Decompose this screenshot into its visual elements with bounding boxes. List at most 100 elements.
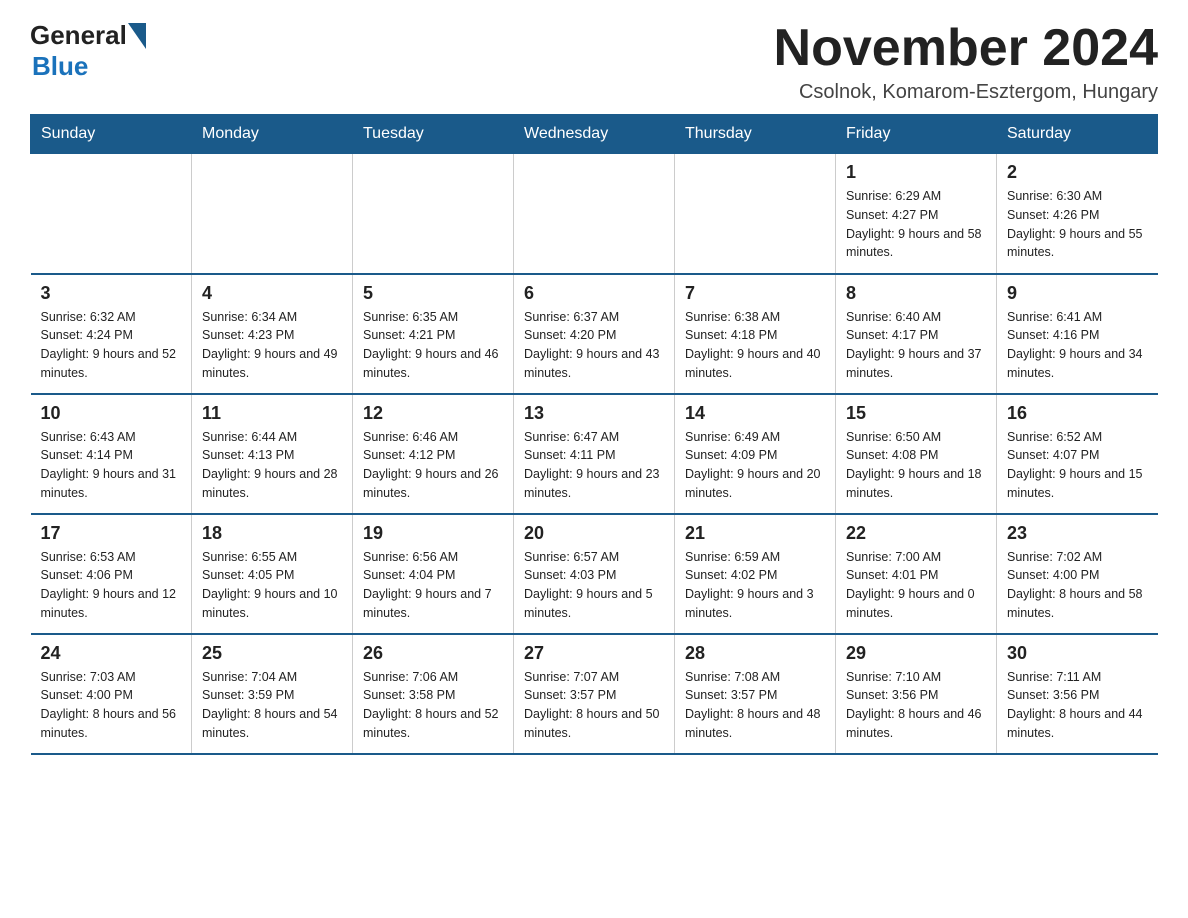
day-number: 26 <box>363 643 503 664</box>
day-number: 8 <box>846 283 986 304</box>
day-info: Sunrise: 6:40 AMSunset: 4:17 PMDaylight:… <box>846 308 986 383</box>
calendar-cell: 27 Sunrise: 7:07 AMSunset: 3:57 PMDayligh… <box>514 634 675 754</box>
calendar-cell: 5 Sunrise: 6:35 AMSunset: 4:21 PMDaylight… <box>353 274 514 394</box>
header-thursday: Thursday <box>675 115 836 154</box>
day-number: 19 <box>363 523 503 544</box>
day-info: Sunrise: 7:11 AMSunset: 3:56 PMDaylight:… <box>1007 668 1148 743</box>
calendar-cell: 20 Sunrise: 6:57 AMSunset: 4:03 PMDayligh… <box>514 514 675 634</box>
calendar-cell <box>675 154 836 274</box>
header-area: General Blue November 2024 Csolnok, Koma… <box>30 20 1158 104</box>
calendar-week-row: 24 Sunrise: 7:03 AMSunset: 4:00 PMDayligh… <box>31 634 1158 754</box>
logo-general-text: General <box>30 20 127 51</box>
day-number: 22 <box>846 523 986 544</box>
day-number: 15 <box>846 403 986 424</box>
day-info: Sunrise: 6:43 AMSunset: 4:14 PMDaylight:… <box>41 428 182 503</box>
subtitle: Csolnok, Komarom-Esztergom, Hungary <box>774 81 1158 104</box>
day-number: 3 <box>41 283 182 304</box>
calendar-cell <box>353 154 514 274</box>
calendar-cell: 14Sunrise: 6:49 AMSunset: 4:09 PMDayligh… <box>675 394 836 514</box>
calendar-week-row: 1Sunrise: 6:29 AMSunset: 4:27 PMDaylight… <box>31 154 1158 274</box>
header-friday: Friday <box>836 115 997 154</box>
day-info: Sunrise: 6:44 AMSunset: 4:13 PMDaylight:… <box>202 428 342 503</box>
calendar-body: 1Sunrise: 6:29 AMSunset: 4:27 PMDaylight… <box>31 154 1158 754</box>
day-number: 5 <box>363 283 503 304</box>
header-sunday: Sunday <box>31 115 192 154</box>
calendar-cell: 8 Sunrise: 6:40 AMSunset: 4:17 PMDaylight… <box>836 274 997 394</box>
day-info: Sunrise: 7:07 AMSunset: 3:57 PMDaylight:… <box>524 668 664 743</box>
calendar-cell: 9 Sunrise: 6:41 AMSunset: 4:16 PMDaylight… <box>997 274 1158 394</box>
day-info: Sunrise: 6:52 AMSunset: 4:07 PMDaylight:… <box>1007 428 1148 503</box>
day-number: 23 <box>1007 523 1148 544</box>
day-number: 4 <box>202 283 342 304</box>
calendar-cell: 17 Sunrise: 6:53 AMSunset: 4:06 PMDayligh… <box>31 514 192 634</box>
day-number: 24 <box>41 643 182 664</box>
calendar-cell <box>192 154 353 274</box>
title-area: November 2024 Csolnok, Komarom-Esztergom… <box>774 20 1158 104</box>
day-number: 13 <box>524 403 664 424</box>
calendar-week-row: 3 Sunrise: 6:32 AMSunset: 4:24 PMDaylight… <box>31 274 1158 394</box>
calendar-cell: 24 Sunrise: 7:03 AMSunset: 4:00 PMDayligh… <box>31 634 192 754</box>
month-title: November 2024 <box>774 20 1158 77</box>
calendar-week-row: 10 Sunrise: 6:43 AMSunset: 4:14 PMDayligh… <box>31 394 1158 514</box>
day-number: 21 <box>685 523 825 544</box>
day-info: Sunrise: 7:04 AMSunset: 3:59 PMDaylight:… <box>202 668 342 743</box>
calendar-cell: 26Sunrise: 7:06 AMSunset: 3:58 PMDayligh… <box>353 634 514 754</box>
day-info: Sunrise: 7:10 AMSunset: 3:56 PMDaylight:… <box>846 668 986 743</box>
day-info: Sunrise: 6:37 AMSunset: 4:20 PMDaylight:… <box>524 308 664 383</box>
day-number: 17 <box>41 523 182 544</box>
day-info: Sunrise: 6:55 AMSunset: 4:05 PMDaylight:… <box>202 548 342 623</box>
day-number: 30 <box>1007 643 1148 664</box>
day-number: 29 <box>846 643 986 664</box>
day-number: 1 <box>846 162 986 183</box>
calendar-cell: 3 Sunrise: 6:32 AMSunset: 4:24 PMDaylight… <box>31 274 192 394</box>
calendar-cell: 6Sunrise: 6:37 AMSunset: 4:20 PMDaylight… <box>514 274 675 394</box>
calendar-cell: 18Sunrise: 6:55 AMSunset: 4:05 PMDayligh… <box>192 514 353 634</box>
day-info: Sunrise: 7:02 AMSunset: 4:00 PMDaylight:… <box>1007 548 1148 623</box>
day-info: Sunrise: 6:47 AMSunset: 4:11 PMDaylight:… <box>524 428 664 503</box>
calendar-cell: 12Sunrise: 6:46 AMSunset: 4:12 PMDayligh… <box>353 394 514 514</box>
calendar-cell: 2 Sunrise: 6:30 AMSunset: 4:26 PMDaylight… <box>997 154 1158 274</box>
day-number: 20 <box>524 523 664 544</box>
day-info: Sunrise: 6:46 AMSunset: 4:12 PMDaylight:… <box>363 428 503 503</box>
header-wednesday: Wednesday <box>514 115 675 154</box>
day-info: Sunrise: 6:32 AMSunset: 4:24 PMDaylight:… <box>41 308 182 383</box>
day-info: Sunrise: 6:35 AMSunset: 4:21 PMDaylight:… <box>363 308 503 383</box>
calendar-cell: 13 Sunrise: 6:47 AMSunset: 4:11 PMDayligh… <box>514 394 675 514</box>
day-number: 14 <box>685 403 825 424</box>
day-number: 9 <box>1007 283 1148 304</box>
calendar-cell: 1Sunrise: 6:29 AMSunset: 4:27 PMDaylight… <box>836 154 997 274</box>
day-info: Sunrise: 6:41 AMSunset: 4:16 PMDaylight:… <box>1007 308 1148 383</box>
day-info: Sunrise: 6:59 AMSunset: 4:02 PMDaylight:… <box>685 548 825 623</box>
day-info: Sunrise: 6:30 AMSunset: 4:26 PMDaylight:… <box>1007 187 1148 262</box>
calendar-cell: 30 Sunrise: 7:11 AMSunset: 3:56 PMDayligh… <box>997 634 1158 754</box>
day-number: 16 <box>1007 403 1148 424</box>
day-info: Sunrise: 6:50 AMSunset: 4:08 PMDaylight:… <box>846 428 986 503</box>
calendar-cell <box>31 154 192 274</box>
calendar-cell: 10 Sunrise: 6:43 AMSunset: 4:14 PMDayligh… <box>31 394 192 514</box>
day-info: Sunrise: 6:34 AMSunset: 4:23 PMDaylight:… <box>202 308 342 383</box>
calendar-table: Sunday Monday Tuesday Wednesday Thursday… <box>30 114 1158 755</box>
day-info: Sunrise: 7:03 AMSunset: 4:00 PMDaylight:… <box>41 668 182 743</box>
header-monday: Monday <box>192 115 353 154</box>
logo: General Blue <box>30 20 146 82</box>
calendar-cell <box>514 154 675 274</box>
calendar-header: Sunday Monday Tuesday Wednesday Thursday… <box>31 115 1158 154</box>
logo-blue-text: Blue <box>32 51 88 82</box>
day-header-row: Sunday Monday Tuesday Wednesday Thursday… <box>31 115 1158 154</box>
day-number: 27 <box>524 643 664 664</box>
day-number: 25 <box>202 643 342 664</box>
calendar-cell: 4 Sunrise: 6:34 AMSunset: 4:23 PMDaylight… <box>192 274 353 394</box>
calendar-cell: 11Sunrise: 6:44 AMSunset: 4:13 PMDayligh… <box>192 394 353 514</box>
calendar-cell: 29 Sunrise: 7:10 AMSunset: 3:56 PMDayligh… <box>836 634 997 754</box>
day-info: Sunrise: 7:00 AMSunset: 4:01 PMDaylight:… <box>846 548 986 623</box>
day-number: 10 <box>41 403 182 424</box>
calendar-cell: 25 Sunrise: 7:04 AMSunset: 3:59 PMDayligh… <box>192 634 353 754</box>
calendar-cell: 16 Sunrise: 6:52 AMSunset: 4:07 PMDayligh… <box>997 394 1158 514</box>
calendar-cell: 15 Sunrise: 6:50 AMSunset: 4:08 PMDayligh… <box>836 394 997 514</box>
calendar-cell: 28Sunrise: 7:08 AMSunset: 3:57 PMDayligh… <box>675 634 836 754</box>
day-info: Sunrise: 6:53 AMSunset: 4:06 PMDaylight:… <box>41 548 182 623</box>
day-info: Sunrise: 6:57 AMSunset: 4:03 PMDaylight:… <box>524 548 664 623</box>
calendar-cell: 21 Sunrise: 6:59 AMSunset: 4:02 PMDayligh… <box>675 514 836 634</box>
day-info: Sunrise: 6:56 AMSunset: 4:04 PMDaylight:… <box>363 548 503 623</box>
day-number: 2 <box>1007 162 1148 183</box>
